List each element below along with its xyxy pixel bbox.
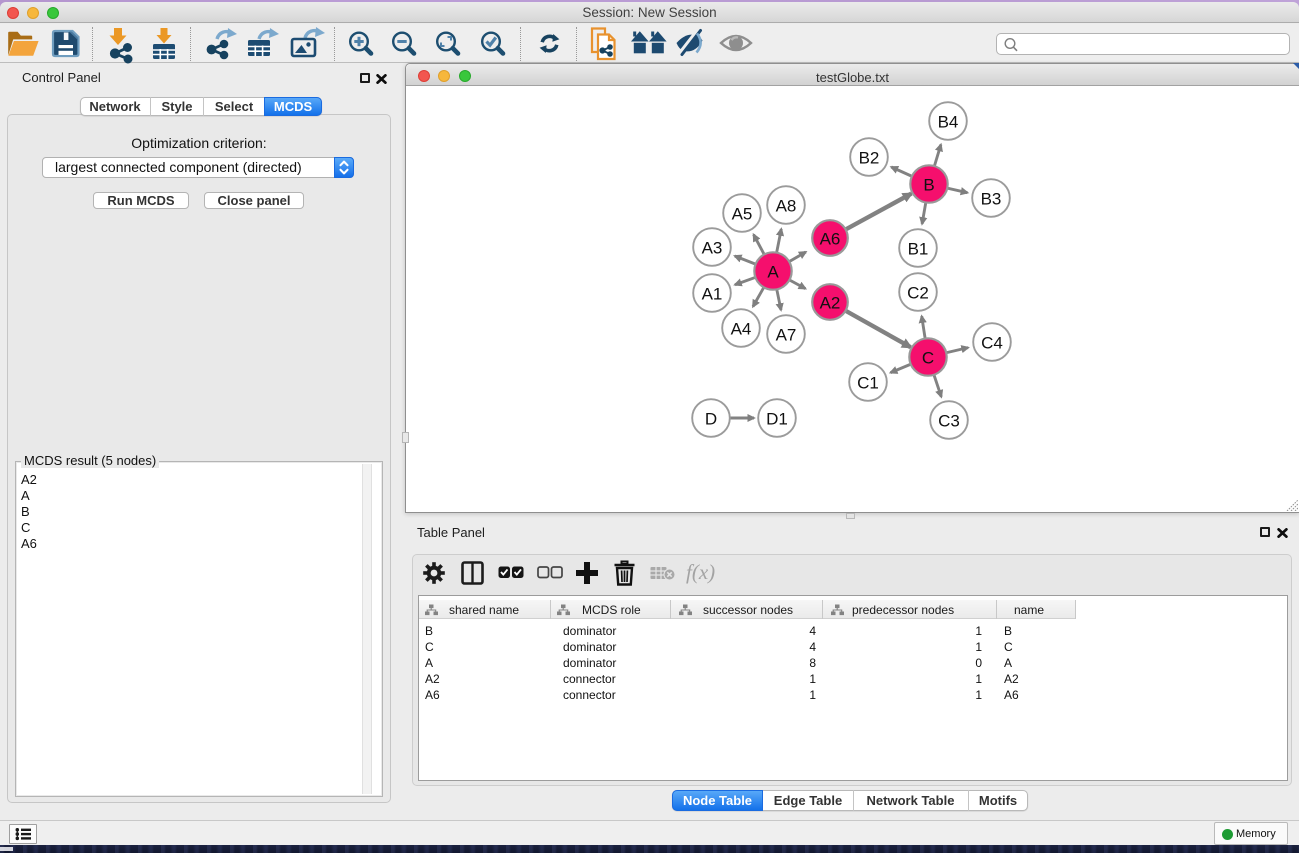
svg-text:C: C	[922, 349, 934, 368]
svg-text:D1: D1	[766, 410, 788, 429]
svg-text:C1: C1	[857, 374, 879, 393]
svg-text:A5: A5	[732, 205, 753, 224]
svg-text:A1: A1	[702, 285, 723, 304]
svg-text:B: B	[923, 176, 934, 195]
svg-text:B1: B1	[908, 240, 929, 259]
svg-text:B2: B2	[859, 149, 880, 168]
svg-text:A8: A8	[776, 197, 797, 216]
svg-text:A7: A7	[776, 326, 797, 345]
svg-text:C3: C3	[938, 412, 960, 431]
svg-text:A6: A6	[820, 230, 841, 249]
svg-text:C4: C4	[981, 334, 1003, 353]
svg-text:B3: B3	[981, 190, 1002, 209]
svg-text:D: D	[705, 410, 717, 429]
svg-text:A2: A2	[820, 294, 841, 313]
svg-text:A3: A3	[702, 239, 723, 258]
svg-text:A: A	[767, 263, 779, 282]
svg-text:C2: C2	[907, 284, 929, 303]
svg-text:B4: B4	[938, 113, 959, 132]
svg-text:A4: A4	[731, 320, 752, 339]
